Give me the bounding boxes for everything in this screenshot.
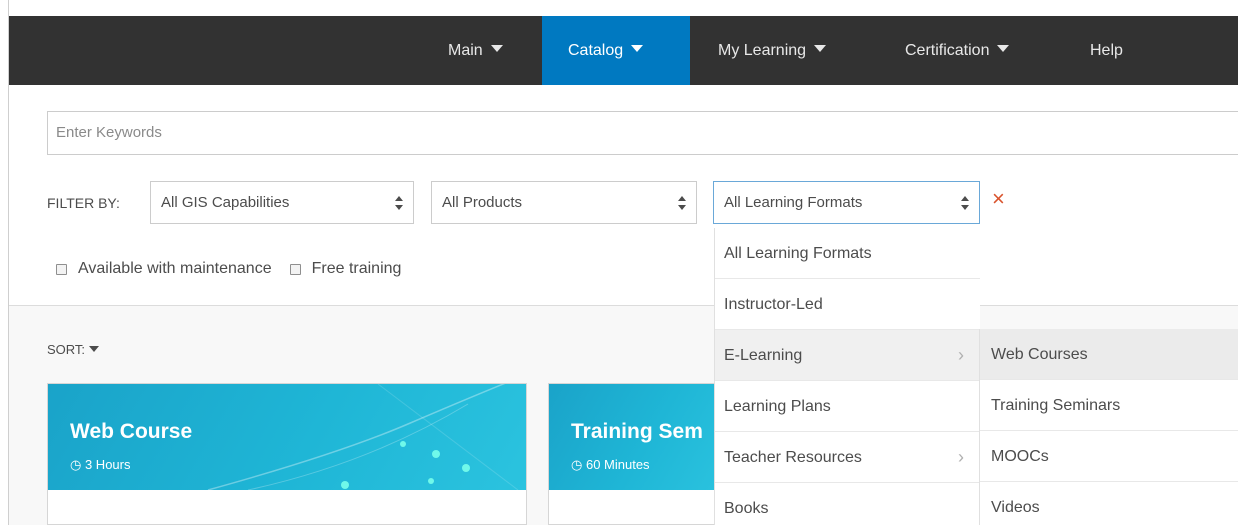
clock-icon: ◷: [70, 457, 82, 472]
e-learning-submenu: Web Courses Training Seminars MOOCs Vide…: [979, 329, 1238, 525]
products-value: All Products: [442, 194, 523, 211]
menu-item-learning-plans[interactable]: Learning Plans: [715, 381, 980, 432]
duration-text: 3 Hours: [84, 457, 131, 472]
learning-formats-value: All Learning Formats: [724, 194, 863, 211]
nav-help-label: Help: [1090, 42, 1123, 59]
nav-certification[interactable]: Certification: [905, 16, 1010, 85]
menu-item-label: Learning Plans: [724, 398, 831, 415]
nav-my-learning[interactable]: My Learning: [718, 16, 827, 85]
maintenance-label[interactable]: Available with maintenance: [78, 260, 272, 278]
sort-label: SORT:: [47, 342, 86, 357]
submenu-item-web-courses[interactable]: Web Courses: [980, 329, 1238, 380]
menu-item-instructor-led[interactable]: Instructor-Led: [715, 279, 980, 330]
nav-certification-label: Certification: [905, 42, 990, 59]
submenu-item-label: Web Courses: [991, 346, 1088, 363]
nav-main[interactable]: Main: [448, 16, 503, 85]
maintenance-checkbox[interactable]: [56, 263, 67, 275]
window-left-edge: [0, 0, 9, 525]
card-header: Web Course ◷ 3 Hours: [48, 384, 526, 490]
nav-catalog-label: Catalog: [568, 42, 624, 59]
nav-main-label: Main: [448, 42, 483, 59]
submenu-item-label: MOOCs: [991, 448, 1049, 465]
search-placeholder: Enter Keywords: [56, 124, 162, 141]
top-navbar: Main Catalog My Learning Certification H…: [9, 16, 1238, 85]
card-header: Training Sem ◷ 60 Minutes: [549, 384, 727, 490]
free-training-label[interactable]: Free training: [312, 260, 402, 278]
select-arrows-icon: [395, 196, 403, 210]
submenu-item-training-seminars[interactable]: Training Seminars: [980, 380, 1238, 431]
clear-filters-icon[interactable]: ×: [992, 186, 1005, 212]
card-duration: ◷ 3 Hours: [70, 457, 131, 473]
card-title: Training Sem: [571, 420, 703, 443]
gis-capabilities-value: All GIS Capabilities: [161, 194, 290, 211]
menu-item-label: Teacher Resources: [724, 449, 862, 466]
course-card-training-seminar[interactable]: Training Sem ◷ 60 Minutes: [548, 383, 728, 525]
caret-down-icon: [631, 45, 644, 53]
chevron-right-icon: ›: [958, 447, 964, 467]
learning-formats-select[interactable]: All Learning Formats: [713, 181, 980, 224]
menu-item-all-learning-formats[interactable]: All Learning Formats: [715, 228, 980, 279]
submenu-item-moocs[interactable]: MOOCs: [980, 431, 1238, 482]
filter-by-label: FILTER BY:: [47, 195, 120, 211]
nav-help[interactable]: Help: [1090, 16, 1123, 85]
caret-down-icon: [490, 45, 503, 53]
course-card-web-course[interactable]: Web Course ◷ 3 Hours: [47, 383, 527, 525]
search-input[interactable]: Enter Keywords: [47, 111, 1238, 155]
learning-formats-menu: All Learning Formats Instructor-Led E-Le…: [714, 228, 980, 525]
caret-down-icon: [814, 45, 827, 53]
sort-dropdown[interactable]: SORT:: [47, 342, 100, 357]
products-select[interactable]: All Products: [431, 181, 697, 224]
nav-catalog[interactable]: Catalog: [542, 16, 690, 85]
submenu-item-videos[interactable]: Videos: [980, 482, 1238, 525]
select-arrows-icon: [678, 196, 686, 210]
clock-icon: ◷: [571, 457, 583, 472]
caret-down-icon: [997, 45, 1010, 53]
card-title: Web Course: [70, 420, 193, 443]
caret-down-icon: [89, 345, 100, 352]
select-arrows-icon: [961, 196, 969, 210]
duration-text: 60 Minutes: [585, 457, 650, 472]
checkbox-row: Available with maintenance Free training: [56, 260, 401, 278]
chevron-right-icon: ›: [958, 345, 964, 365]
menu-item-label: Books: [724, 500, 769, 517]
menu-item-books[interactable]: Books: [715, 483, 980, 525]
nav-my-learning-label: My Learning: [718, 42, 807, 59]
menu-item-label: All Learning Formats: [724, 245, 872, 262]
menu-item-teacher-resources[interactable]: Teacher Resources ›: [715, 432, 980, 483]
free-training-checkbox[interactable]: [289, 263, 301, 275]
submenu-item-label: Training Seminars: [991, 397, 1121, 414]
window-top-edge: [0, 0, 1238, 16]
menu-item-e-learning[interactable]: E-Learning ›: [715, 330, 980, 381]
card-duration: ◷ 60 Minutes: [571, 457, 650, 473]
submenu-item-label: Videos: [991, 499, 1040, 516]
menu-item-label: Instructor-Led: [724, 296, 823, 313]
menu-item-label: E-Learning: [724, 347, 803, 364]
gis-capabilities-select[interactable]: All GIS Capabilities: [150, 181, 414, 224]
